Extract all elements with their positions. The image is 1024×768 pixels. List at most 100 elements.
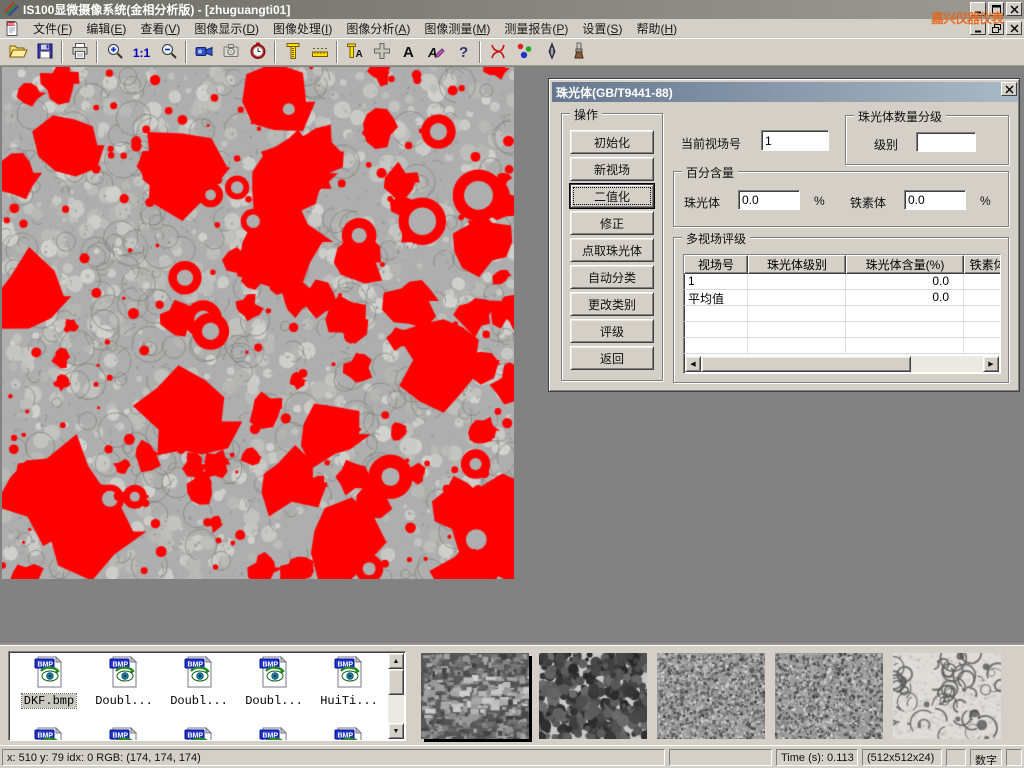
text-label-button[interactable]: A <box>395 40 422 65</box>
rating-table[interactable]: 视场号珠光体级别珠光体含量(%)铁素体含量(%) 10.0平均值0.0 ◀ ▶ <box>683 254 1001 374</box>
file-list[interactable]: ▲ ▼ BMPDKF.bmpBMPDoubl...BMPDoubl...BMPD… <box>8 651 406 741</box>
preview-thumbnail[interactable] <box>539 653 647 739</box>
table-row[interactable] <box>684 322 1000 338</box>
app-icon <box>3 0 19 19</box>
text-edit-button[interactable]: A <box>422 40 449 65</box>
svg-text:A: A <box>355 49 362 60</box>
dialog-title-bar[interactable]: 珠光体(GB/T9441-88) <box>552 82 1018 102</box>
current-field-input[interactable] <box>761 130 829 151</box>
scroll-up-icon[interactable]: ▲ <box>388 653 404 669</box>
operate-button[interactable]: 更改类别 <box>570 292 654 316</box>
micrograph-image[interactable] <box>2 67 514 579</box>
operate-button[interactable]: 二值化 <box>570 184 654 208</box>
column-header[interactable]: 视场号 <box>684 255 748 274</box>
scrollbar-thumb[interactable] <box>388 669 404 695</box>
measure-text-button[interactable]: A <box>341 40 368 65</box>
table-row[interactable] <box>684 306 1000 322</box>
menu-item-3[interactable]: 查看(V) <box>133 20 187 38</box>
menu-item-6[interactable]: 图像分析(A) <box>339 20 417 38</box>
capture-camera-button[interactable] <box>217 40 244 65</box>
caliper-vertical-button[interactable] <box>279 40 306 65</box>
dialog-close-button[interactable] <box>1001 82 1017 96</box>
file-item[interactable]: BMP <box>238 726 310 741</box>
child-minimize-button[interactable] <box>970 21 986 35</box>
file-item[interactable]: BMP <box>13 726 85 741</box>
zoom-in-button[interactable] <box>101 40 128 65</box>
table-row[interactable]: 10.0 <box>684 274 1000 290</box>
file-item[interactable]: BMPDoubl... <box>238 655 310 708</box>
menu-item-4[interactable]: 图像显示(D) <box>187 20 266 38</box>
menu-item-9[interactable]: 设置(S) <box>575 20 629 38</box>
menu-item-2[interactable]: 编辑(E) <box>79 20 133 38</box>
level-input[interactable] <box>916 132 976 152</box>
text-label-icon: A <box>399 41 419 64</box>
ruler-horizontal-button[interactable] <box>306 40 333 65</box>
operate-button[interactable]: 新视场 <box>570 157 654 181</box>
curve-tool-button[interactable] <box>484 40 511 65</box>
preview-thumbnail[interactable] <box>421 653 529 739</box>
zoom-out-icon <box>159 41 179 64</box>
timer-clock-button[interactable] <box>244 40 271 65</box>
operate-button[interactable]: 返回 <box>570 346 654 370</box>
toolbar-separator <box>336 41 338 63</box>
file-item[interactable]: BMP <box>313 726 385 741</box>
preview-thumbnail[interactable] <box>775 653 883 739</box>
pearlite-percent-input[interactable] <box>738 190 800 210</box>
preview-thumbnail[interactable] <box>657 653 765 739</box>
close-button[interactable] <box>1006 2 1022 16</box>
child-restore-button[interactable] <box>988 21 1004 35</box>
scrollbar-track[interactable] <box>911 356 983 372</box>
table-row[interactable] <box>684 338 1000 354</box>
file-item[interactable]: BMPDoubl... <box>88 655 160 708</box>
document-icon[interactable]: DOC <box>4 20 20 36</box>
print-button[interactable] <box>66 40 93 65</box>
preview-thumbnail[interactable] <box>893 653 1001 739</box>
minimize-button[interactable] <box>970 2 986 16</box>
ferrite-unit-label: % <box>980 194 991 208</box>
scroll-right-icon[interactable]: ▶ <box>983 356 999 372</box>
operate-button[interactable]: 点取珠光体 <box>570 238 654 262</box>
file-item[interactable]: BMP <box>163 726 235 741</box>
operate-button[interactable]: 修正 <box>570 211 654 235</box>
file-item[interactable]: BMPDoubl... <box>163 655 235 708</box>
column-header[interactable]: 珠光体级别 <box>748 255 846 274</box>
menu-item-10[interactable]: 帮助(H) <box>629 20 684 38</box>
maximize-button[interactable] <box>988 2 1004 16</box>
operate-button[interactable]: 评级 <box>570 319 654 343</box>
table-cell <box>748 274 846 289</box>
count-points-button[interactable] <box>511 40 538 65</box>
table-header: 视场号珠光体级别珠光体含量(%)铁素体含量(%) <box>684 255 1000 274</box>
column-header[interactable]: 铁素体含量(%) <box>964 255 1001 274</box>
table-horizontal-scrollbar[interactable]: ◀ ▶ <box>685 356 999 372</box>
scrollbar-thumb[interactable] <box>701 356 911 372</box>
file-item[interactable]: BMPHuiTi... <box>313 655 385 708</box>
operate-button[interactable]: 初始化 <box>570 130 654 154</box>
brush-tool-button[interactable] <box>565 40 592 65</box>
file-item[interactable]: BMPDKF.bmp <box>13 655 85 708</box>
file-item[interactable]: BMP <box>88 726 160 741</box>
move-tool-button[interactable] <box>368 40 395 65</box>
menu-item-5[interactable]: 图像处理(I) <box>266 20 339 38</box>
table-row[interactable]: 平均值0.0 <box>684 290 1000 306</box>
pen-tool-icon <box>542 41 562 64</box>
scroll-left-icon[interactable]: ◀ <box>685 356 701 372</box>
title-bar[interactable]: IS100显微摄像系统(金相分析版) - [zhuguangti01] <box>0 0 1024 19</box>
cursor-position-status: x: 510 y: 79 idx: 0 RGB: (174, 174, 174) <box>2 749 665 766</box>
video-camera-button[interactable] <box>190 40 217 65</box>
menu-item-8[interactable]: 测量报告(P) <box>497 20 575 38</box>
help-button[interactable]: ? <box>449 40 476 65</box>
zoom-out-button[interactable] <box>155 40 182 65</box>
table-cell <box>748 306 846 321</box>
actual-size-button[interactable]: 1:1 <box>128 40 155 65</box>
ferrite-percent-input[interactable] <box>904 190 966 210</box>
child-close-button[interactable] <box>1006 21 1022 35</box>
file-list-vertical-scrollbar[interactable]: ▲ ▼ <box>388 653 404 739</box>
pen-tool-button[interactable] <box>538 40 565 65</box>
save-button[interactable] <box>31 40 58 65</box>
menu-item-7[interactable]: 图像测量(M) <box>417 20 497 38</box>
column-header[interactable]: 珠光体含量(%) <box>846 255 964 274</box>
menu-item-1[interactable]: 文件(F) <box>26 20 79 38</box>
operate-button[interactable]: 自动分类 <box>570 265 654 289</box>
scroll-down-icon[interactable]: ▼ <box>388 723 404 739</box>
open-folder-button[interactable] <box>4 40 31 65</box>
